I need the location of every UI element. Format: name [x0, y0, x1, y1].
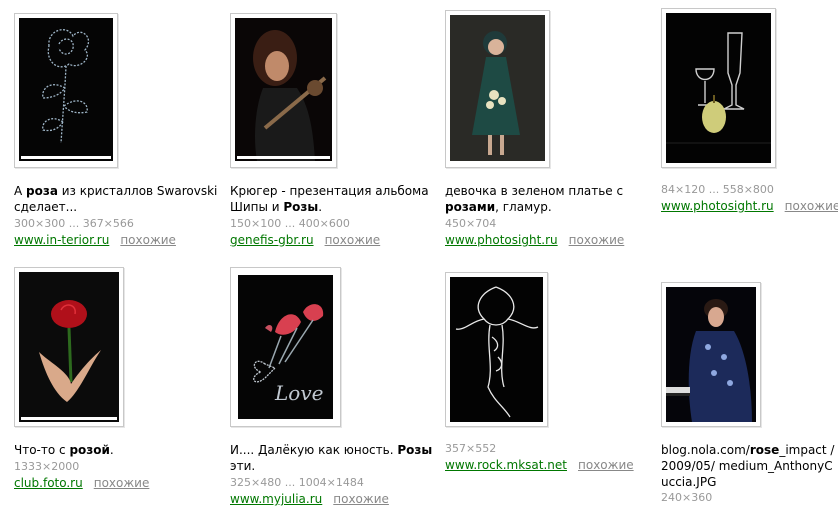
caption-keyword: розами: [445, 200, 496, 214]
caption-text: Что-то с: [14, 443, 70, 457]
caption-keyword: Розы: [397, 443, 433, 457]
result-links: www.photosight.ru похожие: [445, 232, 624, 248]
result-links: www.in-terior.ru похожие: [14, 232, 176, 248]
glasses-and-pear-photo: [666, 13, 771, 163]
caption-text: эти.: [230, 459, 256, 473]
caption-keyword: Розы: [283, 200, 319, 214]
result-links: club.foto.ru похожие: [14, 475, 149, 491]
caption-text: И.... Далёкую как юность.: [230, 443, 398, 457]
caption-text: Крюгер - презентация альбома Шипы и: [230, 184, 429, 214]
result-thumbnail[interactable]: [14, 267, 124, 427]
result-thumbnail[interactable]: Love: [230, 267, 341, 427]
image-size: 240×360: [661, 491, 713, 504]
similar-link[interactable]: похожие: [325, 233, 381, 247]
image-size: 150×100 ... 400×600: [230, 217, 350, 230]
performer-at-piano-photo: [666, 287, 756, 422]
image-size: 84×120 ... 558×800: [661, 183, 774, 196]
source-link[interactable]: www.rock.mksat.net: [445, 458, 567, 472]
result-caption: И.... Далёкую как юность. Розы эти.: [230, 442, 440, 474]
source-link[interactable]: club.foto.ru: [14, 476, 83, 490]
guitarist-photo: [235, 18, 332, 161]
result-caption: Что-то с розой.: [14, 442, 224, 458]
girl-in-green-dress-photo: [450, 15, 545, 161]
result-caption: Крюгер - презентация альбома Шипы и Розы…: [230, 183, 440, 215]
crystal-rose-image: [19, 18, 113, 161]
source-link[interactable]: www.myjulia.ru: [230, 492, 322, 506]
ornamental-drawing-image: [450, 277, 543, 422]
result-thumbnail[interactable]: [14, 13, 118, 168]
image-size: 325×480 ... 1004×1484: [230, 476, 364, 489]
similar-link[interactable]: похожие: [569, 233, 625, 247]
similar-link[interactable]: похожие: [785, 199, 838, 213]
caption-text: .: [318, 200, 323, 214]
caption-text: .: [109, 443, 114, 457]
result-links: www.myjulia.ru похожие: [230, 491, 389, 507]
image-size: 450×704: [445, 217, 497, 230]
caption-text: , гламур.: [495, 200, 552, 214]
similar-link[interactable]: похожие: [333, 492, 389, 506]
caption-keyword: роза: [26, 184, 58, 198]
similar-link[interactable]: похожие: [120, 233, 176, 247]
source-link[interactable]: www.photosight.ru: [661, 199, 774, 213]
result-thumbnail[interactable]: [445, 272, 548, 427]
caption-keyword: rose: [749, 443, 780, 457]
source-link[interactable]: www.photosight.ru: [445, 233, 558, 247]
result-caption: А роза из кристаллов Swarovski сделает..…: [14, 183, 224, 215]
love-roses-card-image: Love: [238, 275, 333, 419]
similar-link[interactable]: похожие: [578, 458, 634, 472]
image-size: 357×552: [445, 442, 497, 455]
caption-keyword: розой: [69, 443, 110, 457]
result-thumbnail[interactable]: [661, 8, 776, 168]
result-links: www.photosight.ru похожие: [661, 198, 838, 214]
source-link[interactable]: genefis-gbr.ru: [230, 233, 314, 247]
result-thumbnail[interactable]: [661, 282, 761, 427]
result-links: www.rock.mksat.net похожие: [445, 457, 634, 473]
caption-text: девочка в зеленом платье с: [445, 184, 624, 198]
image-size: 300×300 ... 367×566: [14, 217, 134, 230]
caption-text: blog.nola.com/: [661, 443, 750, 457]
result-thumbnail[interactable]: [230, 13, 337, 168]
caption-text: А: [14, 184, 27, 198]
result-caption: девочка в зеленом платье с розами, гламу…: [445, 183, 655, 215]
result-thumbnail[interactable]: [445, 10, 550, 168]
source-link[interactable]: www.in-terior.ru: [14, 233, 109, 247]
result-caption: blog.nola.com/rose_impact /2009/05/ medi…: [661, 442, 838, 490]
red-rose-in-hand-photo: [19, 272, 119, 422]
image-size: 1333×2000: [14, 460, 80, 473]
result-links: genefis-gbr.ru похожие: [230, 232, 380, 248]
similar-link[interactable]: похожие: [94, 476, 150, 490]
love-text: Love: [274, 381, 323, 405]
